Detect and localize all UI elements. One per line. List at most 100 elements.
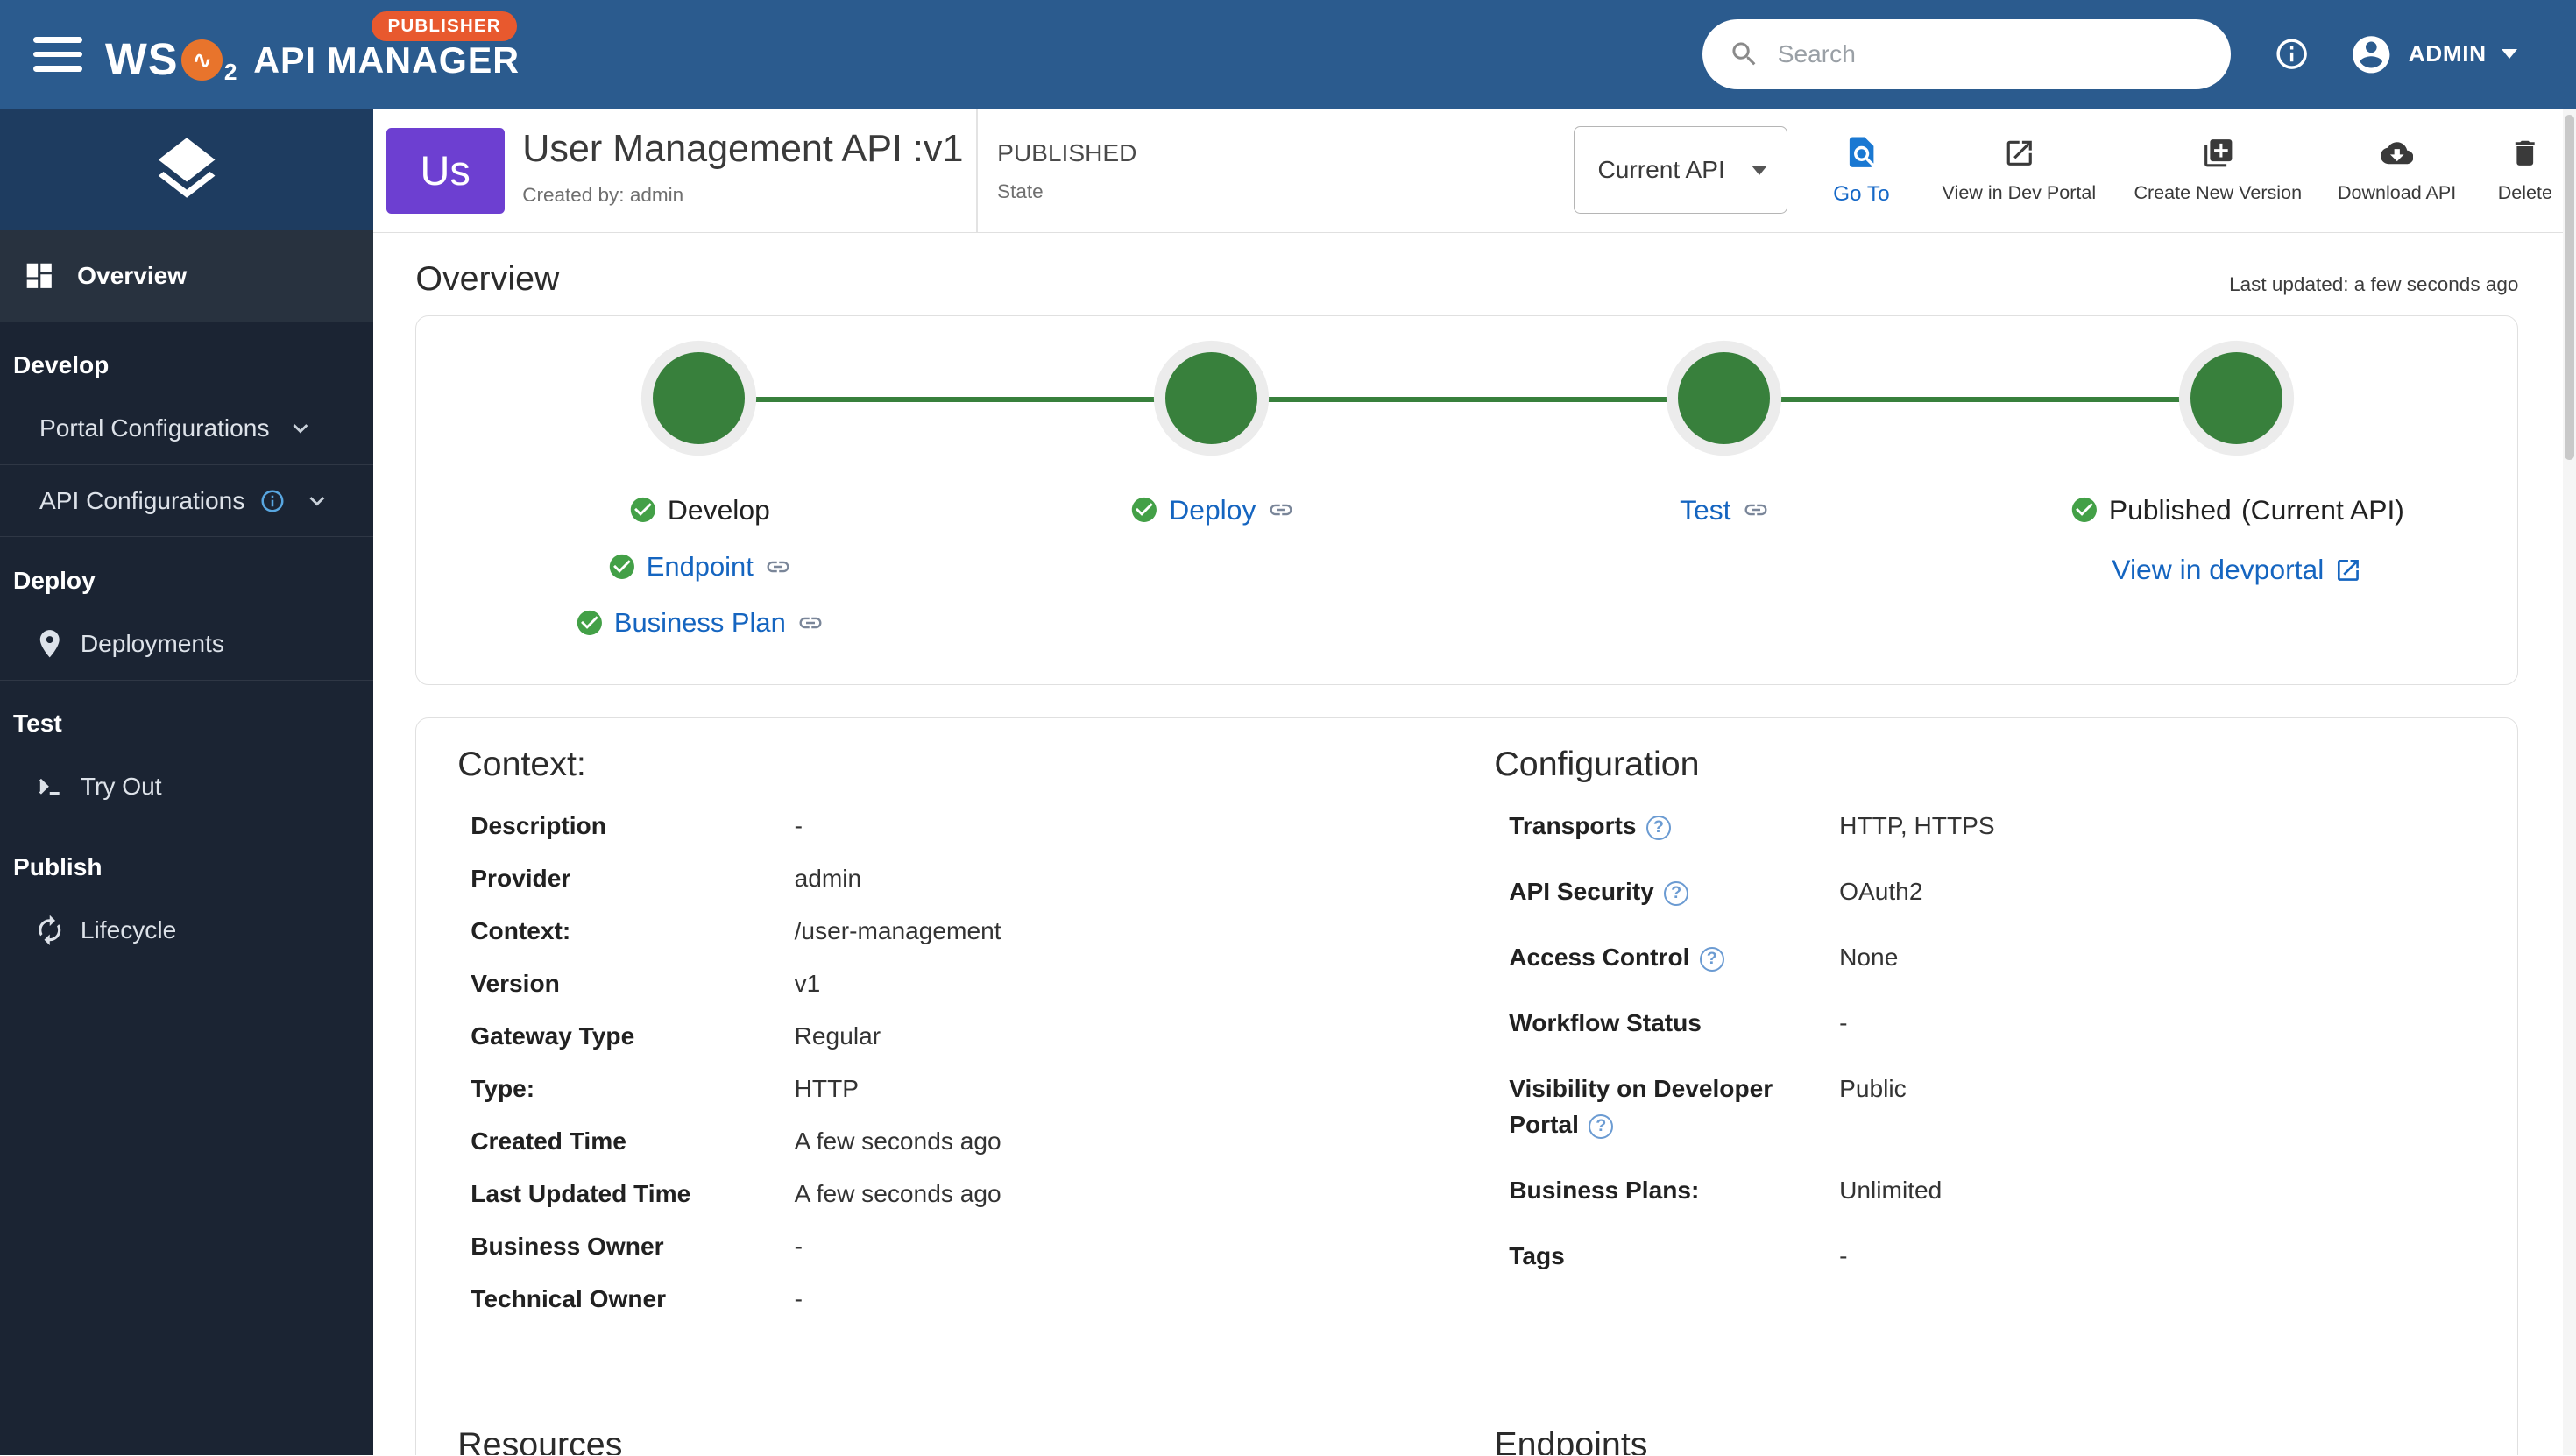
step-circle — [1678, 352, 1771, 445]
lifecycle-state-value: PUBLISHED — [997, 139, 1137, 167]
configuration-row: TransportsHTTP, HTTPS — [1494, 808, 2476, 844]
version-select-value: Current API — [1597, 156, 1725, 184]
step-suffix: (Current API) — [2241, 493, 2404, 526]
check-circle-icon — [2071, 497, 2097, 523]
step-deploy: Deploy — [955, 352, 1468, 526]
open-in-new-icon — [2006, 140, 2032, 166]
context-section: Context: Description - Provider admin Cont… — [457, 745, 1494, 1332]
sidebar-heading-publish: Publish — [13, 852, 103, 880]
chevron-down-icon — [2501, 49, 2517, 60]
info-icon[interactable] — [259, 488, 286, 514]
step-published: Published (Current API) View in devporta… — [1980, 352, 2493, 586]
page-title: Overview — [415, 259, 560, 299]
sidebar-item-label: Portal Configurations — [39, 414, 270, 442]
sidebar-item-overview[interactable]: Overview — [0, 230, 373, 322]
sidebar-item-deployments[interactable]: Deployments — [0, 608, 373, 681]
scrollbar-track — [2563, 108, 2576, 1456]
step-test: Test — [1468, 352, 1980, 526]
search-input[interactable] — [1774, 39, 2205, 70]
endpoint-link[interactable]: Endpoint — [647, 551, 754, 583]
logo-text-ws: WS — [105, 33, 179, 84]
sidebar: Overview Develop Portal Configurations A… — [0, 108, 373, 1456]
download-api-button[interactable]: Download API — [2319, 108, 2474, 233]
deploy-link[interactable]: Deploy — [1169, 494, 1256, 527]
create-new-version-button[interactable]: Create New Version — [2116, 108, 2320, 233]
step-label: Develop — [667, 493, 770, 526]
business-plan-link[interactable]: Business Plan — [614, 607, 786, 639]
lifecycle-stepper-card: Develop Endpoint Business Plan Deploy Te… — [415, 315, 2519, 685]
context-row: Provider admin — [471, 864, 862, 892]
help-icon[interactable] — [1645, 815, 1671, 840]
configuration-row: API SecurityOAuth2 — [1494, 873, 2476, 909]
sidebar-heading-develop: Develop — [13, 351, 110, 379]
check-circle-icon — [577, 610, 602, 635]
search-box — [1702, 18, 2232, 90]
menu-icon[interactable] — [32, 37, 82, 72]
user-menu[interactable]: ADMIN — [2349, 32, 2517, 77]
library-add-icon — [2204, 139, 2232, 167]
help-icon[interactable] — [1664, 880, 1689, 906]
go-to-button[interactable]: Go To — [1801, 108, 1922, 233]
info-icon[interactable] — [2274, 36, 2310, 72]
link-icon — [799, 617, 822, 628]
chevron-down-icon — [309, 496, 325, 506]
context-row: Version v1 — [471, 969, 821, 997]
button-label: Delete — [2497, 180, 2553, 203]
chevron-down-icon — [1751, 165, 1767, 175]
product-logo-block — [0, 108, 373, 230]
map-pin-icon — [39, 630, 60, 658]
step-develop: Develop Endpoint Business Plan — [442, 352, 955, 639]
delete-button[interactable]: Delete — [2473, 108, 2576, 233]
sidebar-item-api-configurations[interactable]: API Configurations — [0, 465, 373, 538]
api-thumbnail: Us — [386, 128, 505, 214]
context-row: Business Owner - — [471, 1232, 803, 1260]
help-icon[interactable] — [1589, 1114, 1614, 1140]
link-icon — [1270, 504, 1292, 516]
configuration-row: Tags - — [1509, 1241, 1848, 1269]
sidebar-item-lifecycle[interactable]: Lifecycle — [0, 894, 373, 967]
sidebar-item-label: Deployments — [80, 629, 224, 657]
button-label: Create New Version — [2134, 180, 2303, 203]
context-row: Description - — [471, 811, 803, 839]
help-icon[interactable] — [1699, 946, 1724, 972]
layers-icon — [158, 138, 216, 198]
view-in-devportal-link[interactable]: View in devportal — [2112, 554, 2324, 586]
check-circle-icon — [630, 497, 655, 523]
view-in-dev-portal-button[interactable]: View in Dev Portal — [1921, 108, 2116, 233]
step-label: Published — [2108, 493, 2232, 526]
version-select[interactable]: Current API — [1574, 126, 1787, 214]
sidebar-item-portal-configurations[interactable]: Portal Configurations — [0, 392, 373, 465]
app-title: API MANAGER — [253, 40, 520, 81]
terminal-icon — [39, 779, 60, 795]
configuration-row: Access ControlNone — [1494, 939, 2476, 975]
trash-icon — [2515, 140, 2535, 166]
link-icon — [1744, 504, 1767, 516]
search-icon — [1731, 42, 1755, 66]
sidebar-item-label: Overview — [77, 262, 188, 289]
details-card: Context: Description - Provider admin Cont… — [415, 717, 2519, 1456]
user-label: ADMIN — [2408, 40, 2487, 67]
configuration-row: Workflow Status - — [1509, 1008, 1848, 1036]
check-circle-icon — [1132, 497, 1157, 523]
context-row: Gateway Type Regular — [471, 1021, 881, 1050]
context-row: Context:/user-management — [471, 916, 1001, 944]
sidebar-item-try-out[interactable]: Try Out — [0, 751, 373, 823]
content: Overview Last updated: a few seconds ago… — [415, 233, 2519, 1456]
api-title: User Management API :v1 — [522, 128, 964, 171]
avatar — [2353, 35, 2390, 73]
divider — [975, 108, 978, 233]
configuration-section: Configuration TransportsHTTP, HTTPS API … — [1494, 745, 2476, 1332]
last-updated-text: Last updated: a few seconds ago — [2229, 272, 2519, 295]
endpoints-title: Endpoints — [1494, 1424, 1648, 1456]
sidebar-heading-test: Test — [13, 710, 62, 738]
scrollbar-thumb[interactable] — [2564, 115, 2575, 460]
api-header: Us User Management API :v1 Created by: a… — [372, 108, 2576, 234]
test-link[interactable]: Test — [1680, 494, 1730, 527]
context-row: Type: HTTP — [471, 1074, 860, 1102]
topbar: WS 2 API MANAGER PUBLISHER ADMIN — [0, 0, 2576, 109]
sidebar-item-label: Try Out — [80, 773, 162, 800]
sidebar-item-label: Lifecycle — [80, 915, 177, 944]
context-row: Last Updated Time A few seconds ago — [471, 1179, 1001, 1207]
publisher-badge: PUBLISHER — [371, 11, 518, 41]
lifecycle-state-label: State — [997, 180, 1044, 203]
